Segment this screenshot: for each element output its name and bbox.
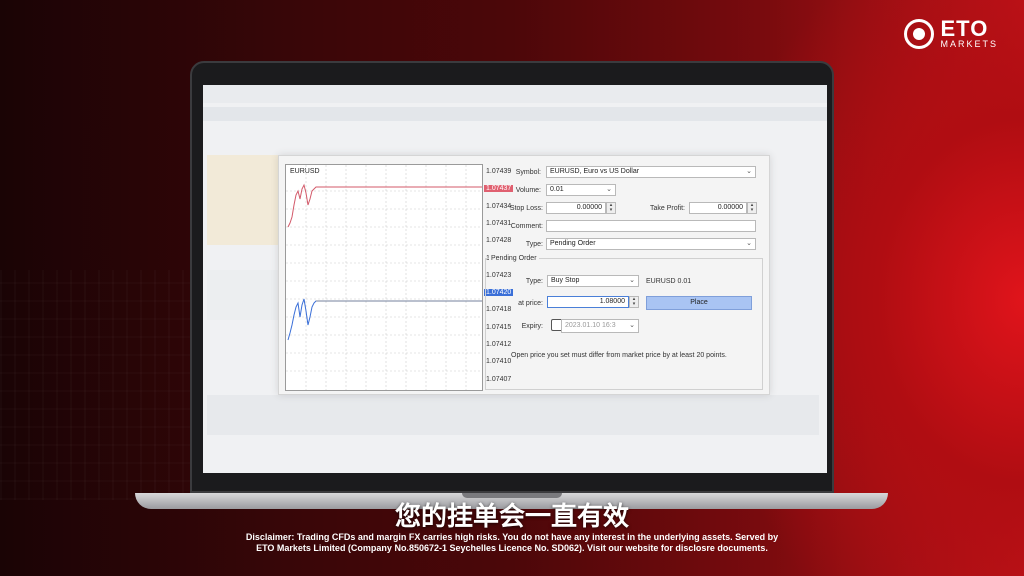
blurred-market-watch (207, 155, 279, 245)
volume-value: 0.01 (550, 186, 564, 193)
at-price-input[interactable]: 1.08000 (547, 296, 629, 308)
blurred-toolbar (203, 107, 827, 121)
expiry-label: Expiry: (521, 323, 543, 330)
take-profit-value: 0.00000 (717, 204, 743, 211)
chevron-down-icon: ⌄ (629, 277, 635, 284)
volume-select[interactable]: 0.01 ⌄ (546, 184, 616, 196)
blurred-terminal (207, 395, 819, 435)
symbol-select[interactable]: EURUSD, Euro vs US Dollar ⌄ (546, 166, 756, 178)
chevron-down-icon: ⌄ (746, 168, 752, 175)
stop-loss-input[interactable]: 0.00000 (546, 202, 606, 214)
price-distance-note: Open price you set must differ from mark… (511, 352, 727, 359)
disclaimer-line-2: ETO Markets Limited (Company No.850672-1… (256, 543, 768, 553)
order-type-select[interactable]: Pending Order ⌄ (546, 238, 756, 250)
logo-sub: MARKETS (940, 39, 998, 49)
take-profit-spinner[interactable]: ▴ ▾ (747, 202, 757, 214)
blurred-navigator (207, 270, 279, 320)
tick-chart-svg (286, 165, 482, 390)
ask-line (287, 183, 482, 228)
at-price-value: 1.08000 (599, 298, 625, 305)
eto-logo-icon (904, 18, 935, 49)
disclaimer: Disclaimer: Trading CFDs and margin FX c… (0, 532, 1024, 554)
pending-type-label: Type: (525, 278, 543, 285)
video-subtitle: 您的挂单会一直有效 (394, 502, 629, 532)
type-label: Type: (525, 241, 543, 248)
volume-label: Volume: (515, 187, 541, 194)
logo-name: ETO (940, 16, 989, 41)
pending-type-value: Buy Stop (551, 277, 580, 284)
symbol-value: EURUSD, Euro vs US Dollar (550, 168, 640, 175)
at-price-label: at price: (518, 300, 543, 307)
place-button[interactable]: Place (646, 296, 752, 310)
order-dialog: EURUSD 1.07439 1.07437 1.07434 1.07431 1.074… (278, 155, 770, 395)
take-profit-label: Take Profit: (649, 205, 685, 212)
disclaimer-line-1: Disclaimer: Trading CFDs and margin FX c… (245, 532, 779, 542)
comment-label: Comment: (510, 223, 543, 230)
order-type-value: Pending Order (550, 240, 596, 247)
pending-order-title: Pending Order (489, 255, 539, 262)
pending-summary: EURUSD 0.01 (646, 278, 692, 285)
expiry-value: 2023.01.10 16:3 (565, 322, 616, 329)
chevron-down-icon: ⌄ (606, 186, 612, 193)
expiry-date-picker[interactable]: 2023.01.10 16:3 ⌄ (561, 319, 639, 333)
take-profit-input[interactable]: 0.00000 (689, 202, 747, 214)
comment-input[interactable] (546, 220, 756, 232)
symbol-label: Symbol: (515, 169, 541, 176)
stop-loss-label: Stop Loss: (509, 205, 543, 212)
stop-loss-spinner[interactable]: ▴ ▾ (606, 202, 616, 214)
chevron-down-icon: ⌄ (746, 240, 752, 247)
tick-chart: EURUSD (285, 164, 483, 391)
at-price-spinner[interactable]: ▴ ▾ (629, 296, 639, 308)
pending-type-select[interactable]: Buy Stop ⌄ (547, 275, 639, 287)
stop-loss-value: 0.00000 (576, 204, 602, 211)
eto-markets-logo: ETO MARKETS (904, 18, 998, 49)
bid-line (287, 298, 482, 341)
blurred-menu-bar (203, 85, 827, 103)
chevron-down-icon: ⌄ (629, 322, 635, 329)
